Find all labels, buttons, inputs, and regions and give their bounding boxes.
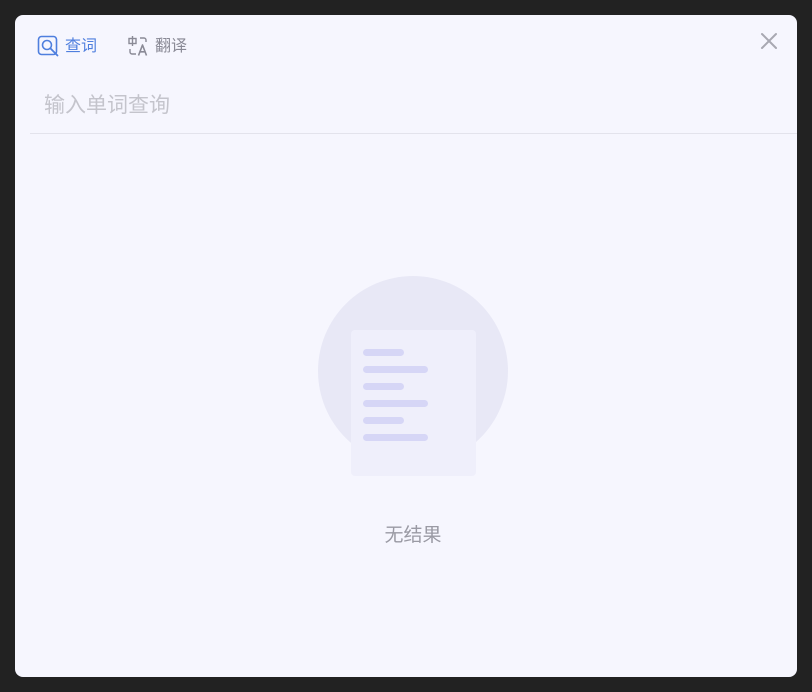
search-bar: [30, 81, 797, 134]
empty-state-message: 无结果: [384, 524, 442, 546]
close-icon: [761, 33, 777, 49]
tab-lookup[interactable]: 查词: [37, 35, 97, 57]
mode-tabs: 查词 翻译: [37, 35, 217, 57]
empty-document-icon: [316, 276, 512, 476]
close-button[interactable]: [759, 31, 779, 51]
search-book-icon: [37, 35, 59, 57]
search-input[interactable]: [42, 87, 746, 123]
dictionary-panel: 查词 翻译 输入单词查询 无结果: [15, 15, 797, 677]
tab-translate[interactable]: 翻译: [127, 35, 187, 57]
translate-icon: [127, 35, 149, 57]
tab-translate-label: 翻译: [155, 36, 188, 55]
tab-lookup-label: 查词: [65, 36, 98, 55]
